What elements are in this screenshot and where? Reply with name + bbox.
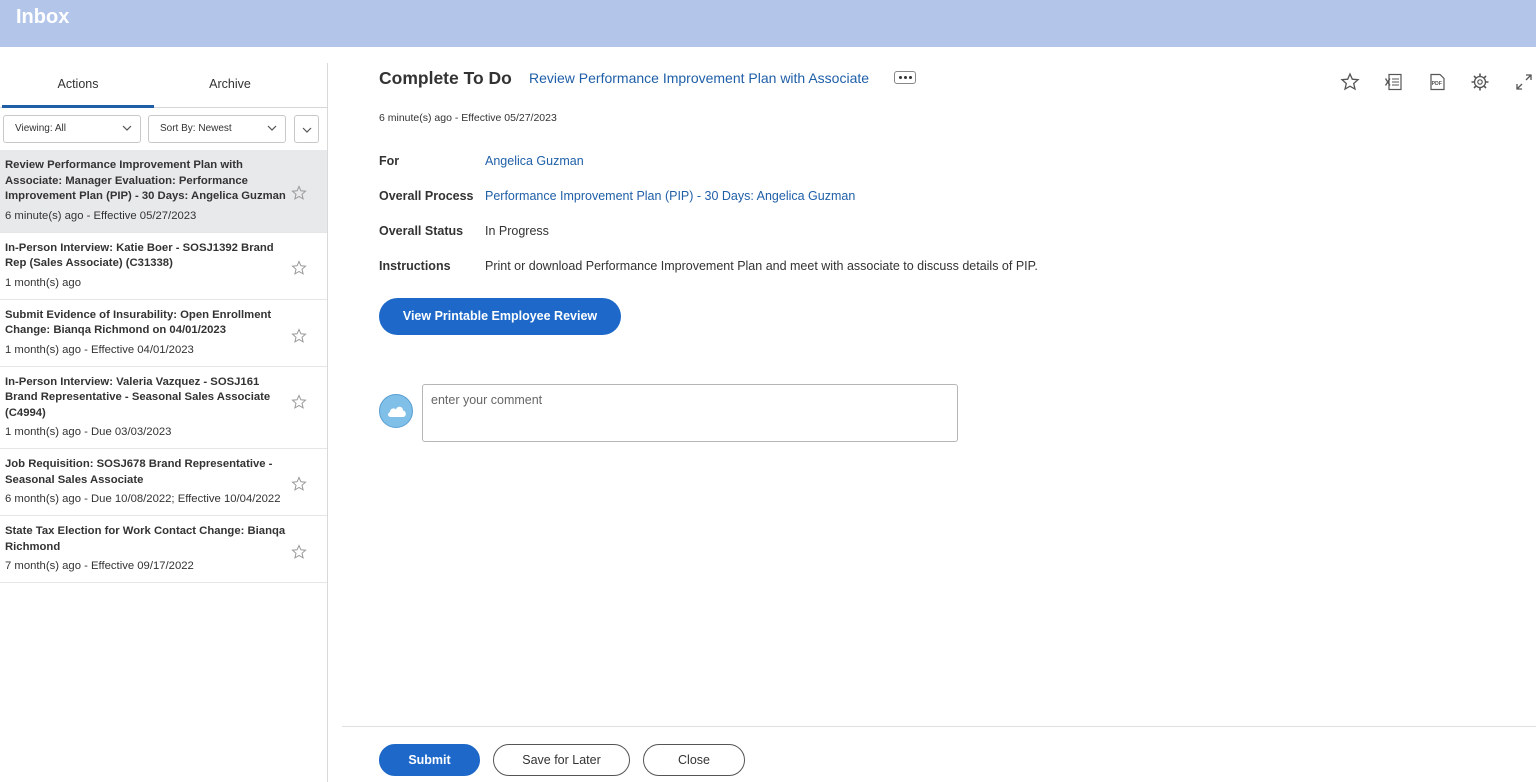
star-icon[interactable]: [291, 327, 307, 344]
overall-status-label: Overall Status: [379, 224, 464, 238]
for-label: For: [379, 154, 400, 168]
star-icon[interactable]: [291, 544, 307, 560]
overall-process-link[interactable]: Performance Improvement Plan (PIP) - 30 …: [485, 189, 855, 203]
star-icon[interactable]: [1340, 72, 1360, 92]
instructions-value: Print or download Performance Improvemen…: [485, 259, 1038, 273]
footer-divider: [342, 726, 1536, 727]
task-item[interactable]: State Tax Election for Work Contact Chan…: [0, 516, 327, 583]
overall-status-value: In Progress: [485, 224, 549, 238]
task-title: State Tax Election for Work Contact Chan…: [5, 525, 286, 553]
task-title: In-Person Interview: Valeria Vazquez - S…: [5, 375, 271, 419]
star-icon[interactable]: [291, 476, 307, 492]
task-meta: 6 minute(s) ago - Effective 05/27/2023: [5, 209, 197, 222]
task-item[interactable]: Review Performance Improvement Plan with…: [0, 150, 327, 233]
viewing-filter-label: Viewing: All: [15, 123, 66, 134]
task-meta: 1 month(s) ago - Due 03/03/2023: [5, 426, 172, 438]
submit-button[interactable]: Submit: [379, 744, 480, 776]
cloud-icon: [388, 406, 406, 417]
for-value-link[interactable]: Angelica Guzman: [485, 154, 584, 168]
view-printable-review-button[interactable]: View Printable Employee Review: [379, 298, 621, 335]
avatar: [379, 394, 413, 428]
close-button[interactable]: Close: [643, 744, 745, 776]
inbox-sidebar: Actions Archive Viewing: All Sort By: Ne…: [0, 63, 328, 782]
filter-bar: Viewing: All Sort By: Newest: [0, 115, 327, 143]
task-meta: 1 month(s) ago: [5, 276, 81, 289]
star-icon[interactable]: [291, 185, 307, 201]
overall-process-label: Overall Process: [379, 189, 474, 203]
task-detail-panel: Complete To Do Review Performance Improv…: [328, 47, 1536, 782]
viewing-filter-dropdown[interactable]: Viewing: All: [3, 115, 141, 143]
excel-icon[interactable]: [1384, 72, 1404, 92]
task-title: Job Requisition: SOSJ678 Brand Represent…: [5, 458, 273, 486]
task-timestamp: 6 minute(s) ago - Effective 05/27/2023: [379, 112, 557, 124]
star-icon[interactable]: [291, 393, 307, 410]
save-for-later-button[interactable]: Save for Later: [493, 744, 630, 776]
pdf-icon[interactable]: PDF: [1427, 72, 1447, 92]
inbox-tabs: Actions Archive: [0, 63, 327, 108]
task-item[interactable]: Job Requisition: SOSJ678 Brand Represent…: [0, 449, 327, 516]
page-title: Complete To Do: [379, 68, 512, 88]
sort-filter-dropdown[interactable]: Sort By: Newest: [148, 115, 286, 143]
task-title: Review Performance Improvement Plan with…: [5, 159, 286, 202]
expand-icon[interactable]: [1514, 72, 1534, 92]
task-title: In-Person Interview: Katie Boer - SOSJ13…: [5, 241, 274, 270]
tab-archive[interactable]: Archive: [154, 63, 306, 108]
comment-input[interactable]: [422, 384, 958, 442]
task-list: Review Performance Improvement Plan with…: [0, 150, 327, 583]
chevron-down-icon: [267, 125, 277, 131]
instructions-label: Instructions: [379, 259, 451, 273]
related-actions-button[interactable]: [894, 71, 916, 84]
gear-icon[interactable]: [1470, 72, 1490, 92]
task-item[interactable]: In-Person Interview: Katie Boer - SOSJ13…: [0, 233, 327, 300]
tab-actions[interactable]: Actions: [2, 63, 154, 108]
task-title-link[interactable]: Review Performance Improvement Plan with…: [529, 70, 869, 86]
app-header: Inbox: [0, 0, 1536, 47]
task-meta: 7 month(s) ago - Effective 09/17/2022: [5, 560, 194, 572]
app-title: Inbox: [16, 6, 70, 28]
more-filters-button[interactable]: [294, 115, 319, 143]
chevron-down-icon: [302, 127, 312, 133]
star-icon[interactable]: [291, 259, 307, 276]
chevron-down-icon: [122, 125, 132, 131]
task-meta: 1 month(s) ago - Effective 04/01/2023: [5, 343, 194, 356]
task-meta: 6 month(s) ago - Due 10/08/2022; Effecti…: [5, 493, 281, 505]
svg-text:PDF: PDF: [1432, 81, 1442, 87]
task-title: Submit Evidence of Insurability: Open En…: [5, 308, 272, 337]
task-item[interactable]: In-Person Interview: Valeria Vazquez - S…: [0, 367, 327, 449]
task-item[interactable]: Submit Evidence of Insurability: Open En…: [0, 300, 327, 367]
sort-filter-label: Sort By: Newest: [160, 123, 232, 134]
